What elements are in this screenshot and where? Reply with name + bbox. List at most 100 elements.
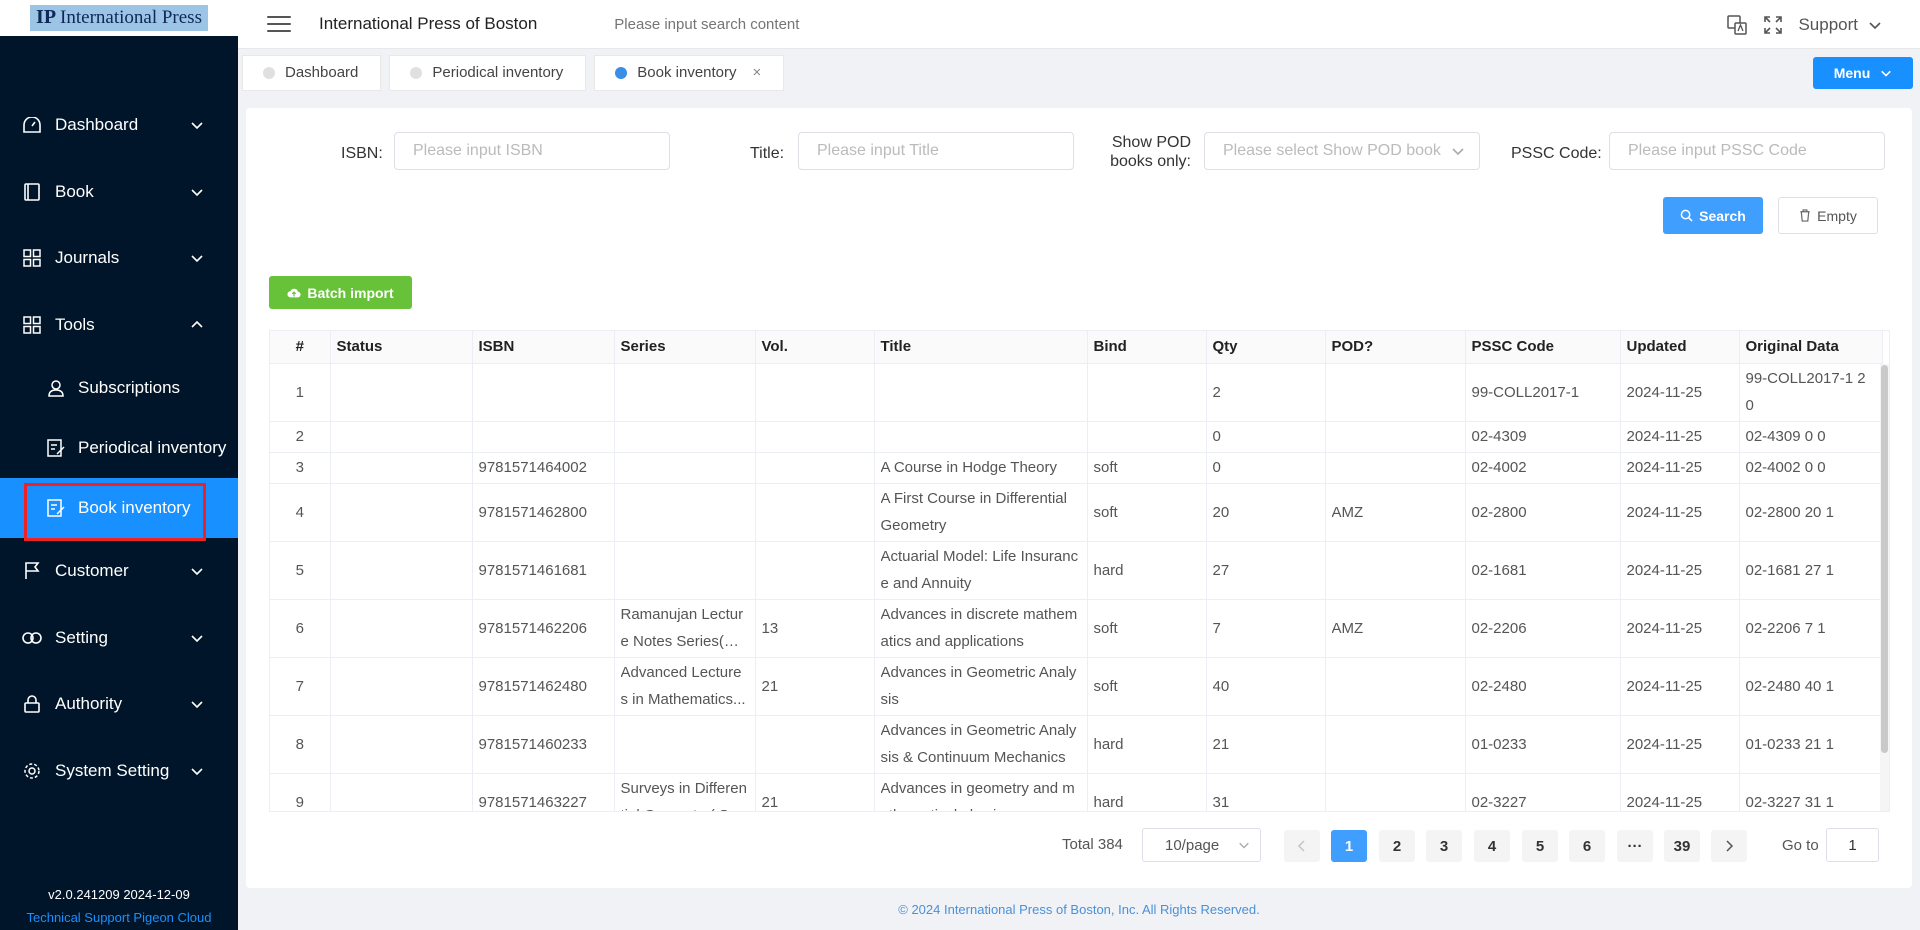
col-header[interactable]: Title: [874, 331, 1088, 364]
batch-import-button[interactable]: Batch import: [269, 276, 412, 309]
cell-text: Advances in discrete mathematics and app…: [880, 606, 1078, 650]
col-header[interactable]: #: [270, 331, 331, 364]
cell-text: 9781571460233: [478, 735, 587, 753]
cell-text: 0: [1212, 428, 1221, 445]
cell-text: 01-0233 21 1: [1745, 735, 1834, 753]
col-header[interactable]: Bind: [1087, 331, 1207, 364]
col-header[interactable]: Original Data: [1739, 331, 1883, 364]
col-header[interactable]: Series: [614, 331, 756, 364]
hamburger-menu-icon[interactable]: [267, 16, 291, 32]
sidebar-item-customer[interactable]: Customer: [0, 538, 238, 605]
cell-text: 2024-11-25: [1626, 428, 1703, 445]
chevron-up-icon: [191, 320, 203, 328]
table-cell-pssc: 01-0233: [1465, 715, 1621, 774]
table-cell-orig: 02-3227 31 1: [1739, 773, 1883, 811]
tech-support-link[interactable]: Technical Support Pigeon Cloud: [0, 906, 238, 929]
cell-text: 9781571462480: [478, 677, 587, 695]
chevron-down-icon: [1869, 21, 1881, 29]
col-header[interactable]: PSSC Code: [1465, 331, 1621, 364]
table-cell-bind: [1087, 421, 1207, 453]
user-icon: [46, 378, 66, 398]
sidebar-item-dashboard[interactable]: Dashboard: [0, 92, 238, 159]
col-header[interactable]: Qty: [1206, 331, 1326, 364]
table-row[interactable]: 2 0 02-4309 2024-11-25 02-4309 0 0: [270, 421, 1883, 453]
table-row[interactable]: 5 9781571461681 Actuarial Model: Life Insu…: [270, 541, 1883, 600]
pagination: Total 384 10/page 1 2 3 4 5 6 ··· 39 Go …: [246, 828, 1912, 862]
table-row[interactable]: 7 9781571462480 Advanced Lectures in Mathe…: [270, 657, 1883, 716]
tab-dashboard[interactable]: Dashboard: [242, 54, 382, 91]
pssc-input[interactable]: Please input PSSC Code: [1609, 132, 1885, 170]
header-search-input[interactable]: [614, 15, 875, 33]
title-input[interactable]: Please input Title: [798, 132, 1074, 170]
cell-text: 2024-11-25: [1626, 459, 1703, 476]
col-header[interactable]: ISBN: [472, 331, 615, 364]
cloud-upload-icon: [287, 288, 301, 297]
cell-text: Advanced Lectures in Mathematics...: [620, 664, 746, 708]
translate-icon[interactable]: [1726, 14, 1748, 36]
chevron-left-icon: [1297, 840, 1305, 852]
menu-button[interactable]: Menu: [1813, 57, 1913, 89]
sidebar-item-label: Setting: [55, 627, 108, 647]
page-button[interactable]: 1: [1331, 830, 1367, 862]
table-row[interactable]: 8 9781571460233 Advances in Geometric Anal…: [270, 715, 1883, 774]
page-button[interactable]: 3: [1426, 830, 1462, 862]
table-cell-isbn: 9781571462800: [472, 483, 615, 542]
sidebar-item-book-inventory[interactable]: Book inventory: [0, 478, 238, 541]
table-row[interactable]: 9 9781571463227 Surveys in Differential Ge…: [270, 773, 1883, 811]
table-row[interactable]: 1 2 99-COLL2017-1 2024-11-25 99-COLL2017-1 2…: [270, 363, 1883, 422]
sidebar-item-tools[interactable]: Tools: [0, 292, 238, 359]
col-header[interactable]: POD?: [1325, 331, 1466, 364]
more-pages-button[interactable]: ···: [1617, 830, 1653, 862]
table-row[interactable]: 6 9781571462206 Ramanujan Lecture Notes Se…: [270, 599, 1883, 658]
tab-periodical-inventory[interactable]: Periodical inventory: [389, 54, 587, 91]
table-row[interactable]: 3 9781571464002 A Course in Hodge Theory so…: [270, 452, 1883, 484]
goto-page-input[interactable]: 1: [1826, 828, 1879, 862]
main-card: ISBN: Please input ISBN Title: Please in…: [246, 108, 1912, 888]
page-button[interactable]: 6: [1569, 830, 1605, 862]
page-size-select[interactable]: 10/page: [1142, 828, 1261, 862]
table-cell-num: 2: [270, 421, 331, 453]
pod-select[interactable]: Please select Show POD book: [1204, 132, 1480, 170]
sidebar-item-book[interactable]: Book: [0, 159, 238, 226]
fullscreen-icon[interactable]: [1762, 14, 1784, 36]
page-button[interactable]: 5: [1522, 830, 1558, 862]
sidebar-item-system-setting[interactable]: System Setting: [0, 738, 238, 805]
cell-text: 40: [1212, 677, 1230, 695]
cell-text: 9781571462800: [478, 503, 587, 521]
app-title: International Press of Boston: [319, 14, 538, 33]
table-cell-isbn: 9781571462206: [472, 599, 615, 658]
table-header-row: # Status ISBN Series Vol. Title Bind Qty…: [270, 331, 1883, 364]
page-button[interactable]: 4: [1474, 830, 1510, 862]
page-size-value: 10/page: [1165, 836, 1220, 854]
tab-book-inventory[interactable]: Book inventory ×: [594, 54, 785, 91]
sidebar-item-label: Dashboard: [55, 115, 139, 135]
prev-page-button[interactable]: [1284, 830, 1320, 862]
sidebar-item-periodical-inventory[interactable]: Periodical inventory: [0, 418, 238, 478]
col-header[interactable]: Vol.: [755, 331, 875, 364]
table-cell-pssc: 02-2480: [1465, 657, 1621, 716]
isbn-input[interactable]: Please input ISBN: [394, 132, 670, 170]
cell-text: 9781571464002: [478, 459, 587, 476]
empty-button[interactable]: Empty: [1778, 197, 1878, 234]
table-row[interactable]: 4 9781571462800 A First Course in Differen…: [270, 483, 1883, 542]
table-scrollbar-thumb[interactable]: [1881, 365, 1888, 753]
sidebar-item-subscriptions[interactable]: Subscriptions: [0, 358, 238, 418]
cell-text: Surveys in Differential Geometry( S...: [620, 780, 747, 811]
page-button[interactable]: 2: [1379, 830, 1415, 862]
close-icon[interactable]: ×: [753, 64, 762, 81]
table-cell-orig: 02-2480 40 1: [1739, 657, 1883, 716]
next-page-button[interactable]: [1711, 830, 1747, 862]
search-button[interactable]: Search: [1663, 197, 1763, 234]
sidebar-item-journals[interactable]: Journals: [0, 225, 238, 292]
sidebar-item-authority[interactable]: Authority: [0, 671, 238, 738]
sidebar-item-setting[interactable]: Setting: [0, 605, 238, 672]
col-header[interactable]: Updated: [1620, 331, 1740, 364]
filter-form: ISBN: Please input ISBN Title: Please in…: [246, 132, 1912, 176]
cell-text: 02-4002 0 0: [1745, 459, 1826, 476]
page-button[interactable]: 39: [1664, 830, 1700, 862]
logo[interactable]: IP International Press: [0, 0, 238, 36]
col-header[interactable]: Status: [330, 331, 473, 364]
version-text: v2.0.241209 2024-12-09: [48, 887, 190, 902]
sidebar-item-label: Journals: [55, 248, 120, 268]
support-dropdown[interactable]: Support: [1798, 15, 1882, 35]
